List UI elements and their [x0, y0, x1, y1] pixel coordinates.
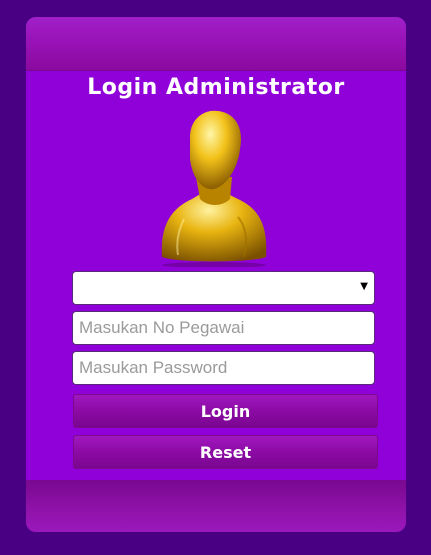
- login-button[interactable]: Login: [73, 394, 378, 428]
- login-panel: Login Administrator ▼ Login R: [26, 17, 406, 532]
- panel-header-band: [26, 17, 406, 71]
- page-title: Login Administrator: [87, 75, 345, 100]
- password-input[interactable]: [72, 351, 375, 385]
- level-dropdown[interactable]: [73, 272, 374, 304]
- user-bust-icon: [161, 110, 267, 267]
- reset-button[interactable]: Reset: [73, 435, 378, 469]
- level-select[interactable]: ▼: [72, 271, 375, 305]
- panel-footer-band: [26, 480, 406, 532]
- employee-id-input[interactable]: [72, 311, 375, 345]
